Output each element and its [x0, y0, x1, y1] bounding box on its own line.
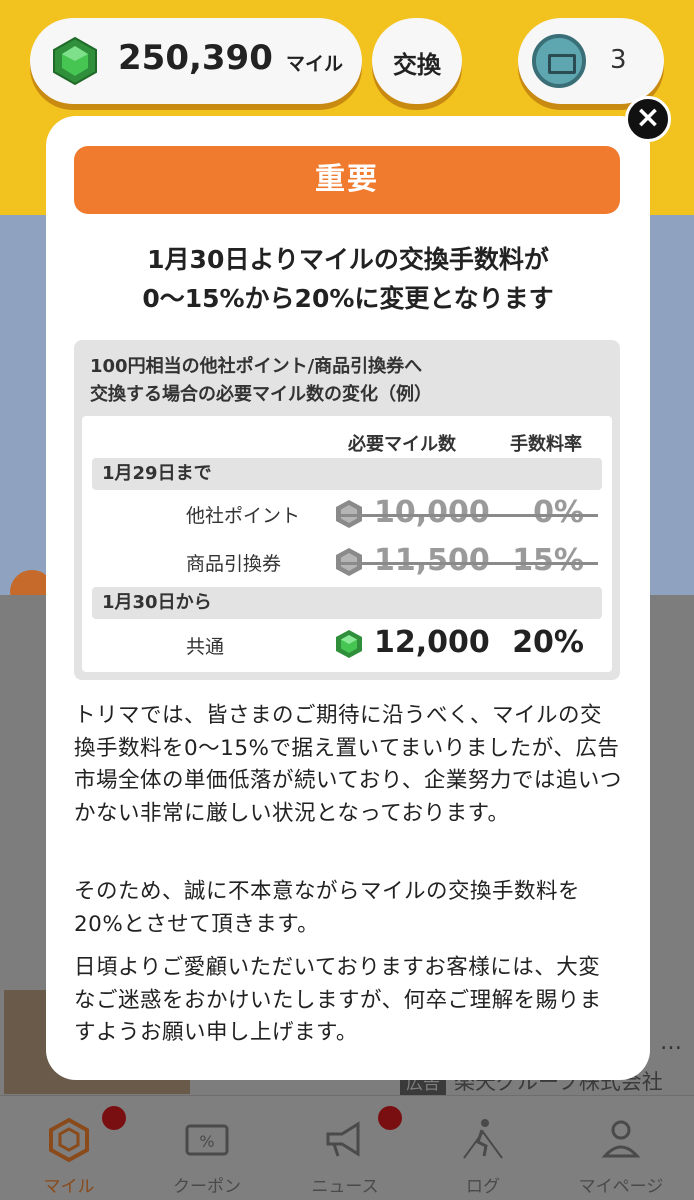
nav-label-news: ニュース	[311, 1177, 379, 1197]
nav-label-mypage: マイページ	[578, 1177, 664, 1197]
ticket-counter[interactable]: 3	[518, 18, 664, 104]
table-body: 必要マイル数 手数料率 1月29日まで 他社ポイント 10,000 0% 商品引…	[82, 416, 612, 672]
ad-more-icon[interactable]: …	[660, 1030, 682, 1055]
user-icon	[601, 1120, 641, 1158]
miles-icon	[49, 1117, 89, 1163]
nav-item-news[interactable]: ニュース	[276, 1096, 414, 1200]
fee-change-modal: 重要 1月30日よりマイルの交換手数料が 0〜15%から20%に変更となります …	[46, 116, 650, 1080]
important-banner: 重要	[74, 146, 620, 214]
explanation-paragraph-3: 日頃よりご愛顧いただいておりますお客様には、大変なご迷惑をおかけいたしますが、何…	[74, 955, 602, 1045]
nav-item-miles[interactable]: マイル	[0, 1096, 138, 1200]
row-rate-other-points: 0%	[533, 495, 584, 530]
exchange-button[interactable]: 交換	[372, 18, 462, 104]
row-miles-other-points: 10,000	[374, 495, 490, 530]
megaphone-icon	[326, 1121, 360, 1157]
miles-unit-label: マイル	[286, 53, 344, 75]
nav-item-mypage[interactable]: マイページ	[552, 1096, 690, 1200]
fee-comparison-table: 100円相当の他社ポイント/商品引換券へ 交換する場合の必要マイル数の変化（例）…	[74, 340, 620, 680]
miles-balance-value: 250,390	[118, 38, 273, 78]
headline-line-1: 1月30日よりマイルの交換手数料が	[147, 245, 549, 274]
mile-gem-icon	[53, 36, 97, 86]
column-header-miles: 必要マイル数	[348, 434, 456, 455]
section-after: 1月30日から	[92, 587, 602, 619]
column-header-rate: 手数料率	[510, 434, 582, 455]
row-rate-common: 20%	[512, 625, 584, 660]
close-modal-button[interactable]: ×	[625, 96, 671, 142]
nav-item-coupon[interactable]: % クーポン	[138, 1096, 276, 1200]
ticket-icon	[532, 34, 586, 88]
row-miles-common: 12,000	[374, 625, 490, 660]
ticket-count: 3	[610, 45, 627, 75]
notification-dot	[102, 1106, 126, 1130]
section-before: 1月29日まで	[92, 458, 602, 490]
row-label-common: 共通	[186, 636, 225, 658]
svg-text:%: %	[199, 1132, 214, 1151]
row-rate-voucher: 15%	[512, 543, 584, 578]
nav-label-coupon: クーポン	[173, 1177, 241, 1197]
notification-dot	[378, 1106, 402, 1130]
walking-icon	[463, 1119, 503, 1159]
coupon-icon: %	[185, 1124, 229, 1156]
nav-item-log[interactable]: ログ	[414, 1096, 552, 1200]
nav-label-log: ログ	[466, 1177, 500, 1197]
nav-label-miles: マイル	[43, 1177, 95, 1197]
bottom-nav: マイル % クーポン ニュース ログ マイページ	[0, 1095, 694, 1200]
strikethrough-line	[340, 514, 598, 517]
explanation-paragraph-2: そのため、誠に不本意ながらマイルの交換手数料を20%とさせて頂きます。	[74, 879, 581, 937]
headline-line-2: 0〜15%から20%に変更となります	[142, 284, 554, 313]
table-caption-line-1: 100円相当の他社ポイント/商品引換券へ	[90, 356, 423, 377]
row-label-other-points: 他社ポイント	[186, 505, 301, 527]
row-label-voucher: 商品引換券	[186, 553, 282, 575]
miles-balance-pill[interactable]: 250,390 マイル	[30, 18, 362, 104]
exchange-label: 交換	[393, 51, 441, 79]
table-caption-line-2: 交換する場合の必要マイル数の変化（例）	[90, 384, 432, 405]
mile-gem-icon	[336, 630, 362, 658]
row-miles-voucher: 11,500	[374, 543, 490, 578]
explanation-paragraph-1: トリマでは、皆さまのご期待に沿うべく、マイルの交換手数料を0〜15%で据え置いて…	[74, 703, 622, 826]
strikethrough-line	[340, 562, 598, 565]
